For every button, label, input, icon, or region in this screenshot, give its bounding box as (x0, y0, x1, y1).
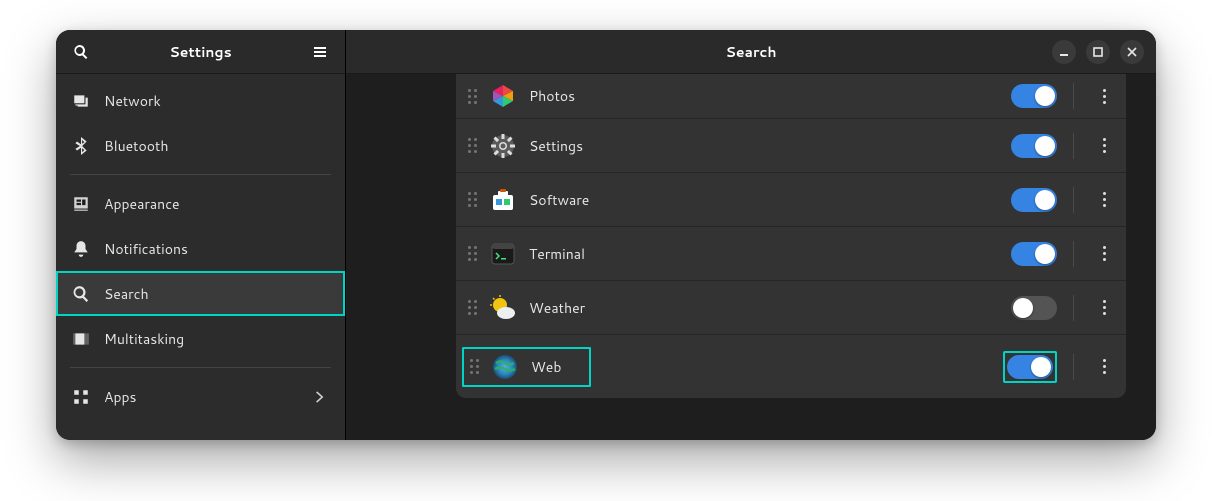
list-item-label: Weather (529, 298, 999, 318)
search-providers-panel: Photos Settings (346, 74, 1156, 440)
drag-handle[interactable] (470, 359, 479, 374)
menu-button[interactable] (307, 39, 333, 65)
main-panel: Search Photos (346, 30, 1156, 440)
list-item-label: Software (529, 190, 999, 210)
sidebar-item-bluetooth[interactable]: Bluetooth (56, 123, 345, 168)
more-options-button[interactable] (1090, 186, 1118, 214)
close-icon (1127, 47, 1137, 57)
sidebar: Settings Network Bluetooth Appearance No… (56, 30, 346, 440)
search-button[interactable] (68, 39, 94, 65)
search-icon (73, 44, 89, 60)
toggle-switch[interactable] (1011, 84, 1057, 108)
software-icon (489, 186, 517, 214)
sidebar-item-multitasking[interactable]: Multitasking (56, 316, 345, 361)
weather-icon (489, 294, 517, 322)
more-options-button[interactable] (1090, 82, 1118, 110)
sidebar-list: Network Bluetooth Appearance Notificatio… (56, 74, 345, 440)
highlight-box: Web (462, 347, 591, 387)
appearance-icon (72, 195, 90, 213)
sidebar-separator (70, 367, 331, 368)
more-options-button[interactable] (1090, 353, 1118, 381)
window-controls (1052, 40, 1144, 64)
sidebar-item-label: Network (104, 91, 161, 111)
sidebar-item-network[interactable]: Network (56, 78, 345, 123)
toggle-switch[interactable] (1007, 355, 1053, 379)
photos-icon (489, 82, 517, 110)
sidebar-item-label: Search (104, 284, 149, 304)
search-icon (72, 285, 90, 303)
sidebar-header: Settings (56, 30, 345, 74)
minimize-icon (1059, 47, 1069, 57)
sidebar-item-notifications[interactable]: Notifications (56, 226, 345, 271)
sidebar-item-label: Apps (104, 387, 137, 407)
page-title: Search (346, 42, 1156, 62)
more-options-button[interactable] (1090, 240, 1118, 268)
toggle-switch[interactable] (1011, 134, 1057, 158)
drag-handle[interactable] (468, 138, 477, 153)
maximize-button[interactable] (1086, 40, 1110, 64)
sidebar-item-search[interactable]: Search (56, 271, 345, 316)
network-icon (72, 92, 90, 110)
apps-icon (72, 388, 90, 406)
list-item: Settings (456, 118, 1126, 172)
hamburger-icon (312, 44, 328, 60)
search-providers-list: Photos Settings (456, 74, 1126, 398)
sidebar-item-appearance[interactable]: Appearance (56, 181, 345, 226)
list-item-label: Terminal (529, 244, 999, 264)
drag-handle[interactable] (468, 300, 477, 315)
list-item: Photos (456, 74, 1126, 118)
toggle-switch[interactable] (1011, 188, 1057, 212)
sidebar-item-label: Appearance (104, 194, 180, 214)
more-options-button[interactable] (1090, 132, 1118, 160)
gear-icon (489, 132, 517, 160)
toggle-switch[interactable] (1011, 296, 1057, 320)
list-item: Software (456, 172, 1126, 226)
more-options-button[interactable] (1090, 294, 1118, 322)
settings-window: Settings Network Bluetooth Appearance No… (56, 30, 1156, 440)
highlight-box (1003, 351, 1057, 383)
sidebar-separator (70, 174, 331, 175)
web-icon (491, 353, 519, 381)
sidebar-item-label: Bluetooth (104, 136, 168, 156)
toggle-switch[interactable] (1011, 242, 1057, 266)
list-item-label: Settings (529, 136, 999, 156)
terminal-icon (489, 240, 517, 268)
multitasking-icon (72, 330, 90, 348)
list-item: Terminal (456, 226, 1126, 280)
drag-handle[interactable] (468, 192, 477, 207)
chevron-right-icon (311, 388, 329, 406)
list-item-label: Web (531, 357, 561, 377)
list-item-label: Photos (529, 86, 999, 106)
sidebar-title: Settings (94, 42, 307, 62)
bluetooth-icon (72, 137, 90, 155)
bell-icon (72, 240, 90, 258)
sidebar-item-label: Notifications (104, 239, 188, 259)
list-item: Web (456, 334, 1126, 398)
sidebar-item-apps[interactable]: Apps (56, 374, 345, 419)
drag-handle[interactable] (468, 246, 477, 261)
close-button[interactable] (1120, 40, 1144, 64)
main-header: Search (346, 30, 1156, 74)
sidebar-item-label: Multitasking (104, 329, 184, 349)
minimize-button[interactable] (1052, 40, 1076, 64)
maximize-icon (1093, 47, 1103, 57)
list-item: Weather (456, 280, 1126, 334)
drag-handle[interactable] (468, 89, 477, 104)
